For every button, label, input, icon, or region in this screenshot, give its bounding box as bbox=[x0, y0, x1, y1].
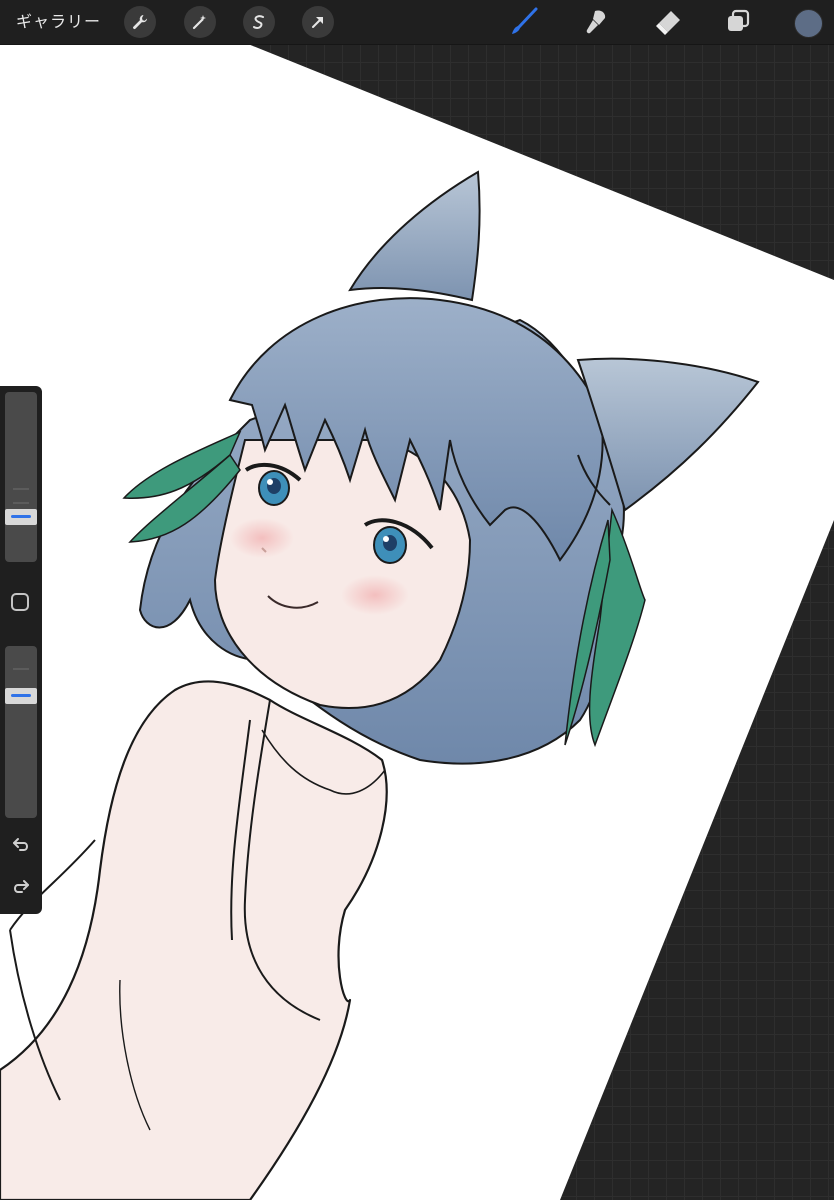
eraser-icon bbox=[656, 11, 680, 35]
adjustments-button[interactable] bbox=[184, 6, 216, 38]
left-sidebar bbox=[0, 386, 42, 914]
drawing-canvas[interactable] bbox=[0, 44, 834, 1200]
color-picker-button[interactable] bbox=[794, 9, 823, 38]
eraser-tool-button[interactable] bbox=[652, 6, 684, 38]
brush-size-thumb[interactable] bbox=[5, 509, 37, 525]
brush-size-slider[interactable] bbox=[5, 392, 37, 562]
top-toolbar: ギャラリー bbox=[0, 0, 834, 45]
blush-right bbox=[341, 575, 409, 615]
transform-button[interactable] bbox=[302, 6, 334, 38]
layers-button[interactable] bbox=[722, 6, 754, 38]
redo-icon[interactable] bbox=[9, 875, 33, 899]
wrench-icon bbox=[133, 15, 148, 30]
slider-tick bbox=[13, 668, 29, 670]
gallery-button[interactable]: ギャラリー bbox=[16, 11, 101, 33]
smudge-icon bbox=[586, 10, 606, 34]
slider-tick bbox=[13, 488, 29, 490]
actions-button[interactable] bbox=[124, 6, 156, 38]
opacity-slider[interactable] bbox=[5, 646, 37, 818]
selection-s-icon bbox=[253, 15, 264, 29]
opacity-thumb[interactable] bbox=[5, 688, 37, 704]
smudge-tool-button[interactable] bbox=[580, 6, 612, 38]
arrow-cursor-icon bbox=[312, 17, 323, 28]
brush-icon bbox=[512, 7, 538, 34]
undo-icon[interactable] bbox=[9, 833, 33, 857]
modify-button[interactable] bbox=[11, 593, 29, 611]
brush-tool-button[interactable] bbox=[508, 6, 540, 38]
magic-wand-icon bbox=[192, 15, 206, 30]
slider-tick bbox=[13, 502, 29, 504]
layers-icon bbox=[728, 9, 750, 31]
blush-left bbox=[230, 518, 294, 558]
selection-button[interactable] bbox=[243, 6, 275, 38]
